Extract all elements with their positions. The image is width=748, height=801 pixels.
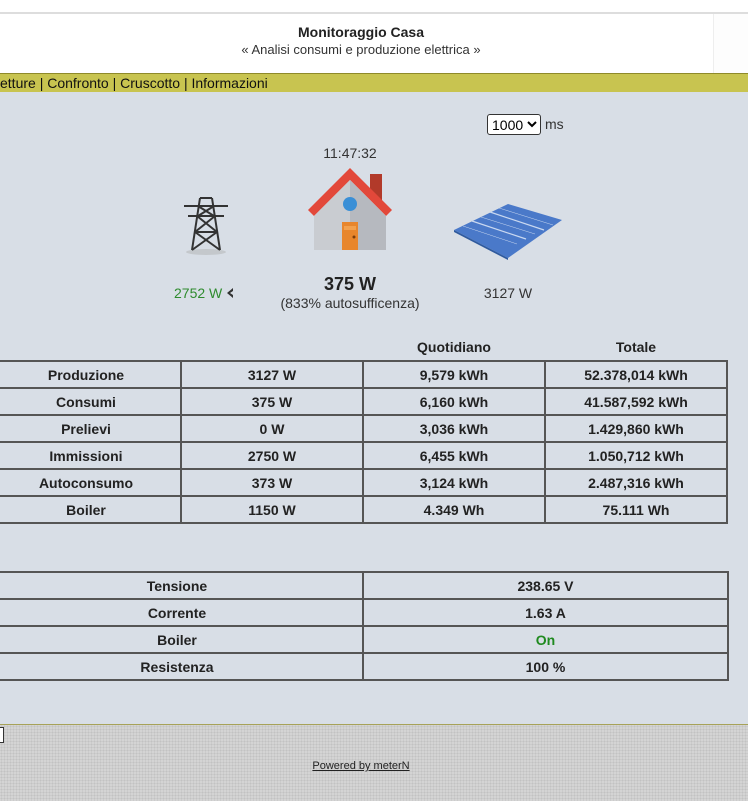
table-row: Prelievi 0 W 3,036 kWh 1.429,860 kWh [0,414,728,443]
table-row: Boiler On [0,625,729,654]
instant-value: 0 W [180,414,364,443]
total-value: 75.111 Wh [544,495,728,524]
page-title: Monitoraggio Casa [297,24,424,40]
row-label: Produzione [0,360,182,389]
refresh-interval-select[interactable]: 1000 [487,114,541,135]
status-label: Corrente [0,598,364,627]
energy-table: Quotidiano Totale Produzione 3127 W 9,57… [0,334,728,524]
instant-value: 3127 W [180,360,364,389]
table-header-quotidiano: Quotidiano [417,339,491,355]
table-row: Immissioni 2750 W 6,455 kWh 1.050,712 kW… [0,441,728,470]
instant-value: 375 W [180,387,364,416]
dashboard-area: 1000 ms 11:47:32 2752 W 375 W (833% auto… [0,92,748,724]
header-edge [713,14,748,74]
table-row: Produzione 3127 W 9,579 kWh 52.378,014 k… [0,360,728,389]
instant-value: 1150 W [180,495,364,524]
solar-panel-icon [450,200,566,267]
daily-value: 9,579 kWh [362,360,546,389]
house-icon [300,162,400,259]
status-table: Tensione 238.65 V Corrente 1.63 A Boiler… [0,571,729,681]
footer-checkbox[interactable] [0,727,4,743]
page-subtitle: « Analisi consumi e produzione elettrica… [241,42,481,57]
row-label: Autoconsumo [0,468,182,497]
page-header: Monitoraggio Casa « Analisi consumi e pr… [0,14,748,74]
status-label: Boiler [0,625,364,654]
page-footer: Powered by meterN [0,724,748,801]
status-value: 100 % [362,652,729,681]
power-tower-icon [178,194,234,261]
row-label: Immissioni [0,441,182,470]
table-row: Consumi 375 W 6,160 kWh 41.587,592 kWh [0,387,728,416]
total-value: 1.050,712 kWh [544,441,728,470]
table-row: Corrente 1.63 A [0,598,729,627]
total-value: 52.378,014 kWh [544,360,728,389]
instant-value: 2750 W [180,441,364,470]
table-header-totale: Totale [615,339,657,355]
table-header-cell [0,334,181,361]
table-header-row: Quotidiano Totale [0,334,727,361]
row-label: Boiler [0,495,182,524]
arrow-left-icon [226,285,234,301]
house-power-value: 375 W [323,274,377,294]
status-value: 238.65 V [362,571,729,600]
status-label: Tensione [0,571,364,600]
solar-power-value: 3127 W [483,285,533,301]
menu-item-informazioni[interactable]: Informazioni [191,75,267,91]
menu-item-letture[interactable]: etture [0,75,36,91]
autosufficiency-text: (833% autosufficenza) [280,295,420,311]
current-time: 11:47:32 [323,145,377,161]
nav-menu: etture | Confronto | Cruscotto | Informa… [0,73,748,93]
refresh-unit: ms [545,116,564,132]
menu-item-confronto[interactable]: Confronto [47,75,108,91]
status-label: Resistenza [0,652,364,681]
menu-separator: | [35,75,48,91]
total-value: 2.487,316 kWh [544,468,728,497]
menu-separator: | [108,75,121,91]
table-row: Resistenza 100 % [0,652,729,681]
instant-value: 373 W [180,468,364,497]
total-value: 1.429,860 kWh [544,414,728,443]
grid-power-readout: 2752 W [174,285,234,301]
menu-separator: | [180,75,192,91]
refresh-control: 1000 ms [487,114,564,135]
powered-by-link[interactable]: Powered by meterN [0,760,722,772]
grid-power-value: 2752 W [174,285,223,301]
daily-value: 4.349 Wh [362,495,546,524]
table-row: Tensione 238.65 V [0,571,729,600]
row-label: Prelievi [0,414,182,443]
status-value: 1.63 A [362,598,729,627]
total-value: 41.587,592 kWh [544,387,728,416]
table-header-cell [181,334,363,361]
row-label: Consumi [0,387,182,416]
daily-value: 3,036 kWh [362,414,546,443]
menu-item-cruscotto[interactable]: Cruscotto [120,75,180,91]
daily-value: 6,455 kWh [362,441,546,470]
daily-value: 6,160 kWh [362,387,546,416]
boiler-status-value: On [362,625,729,654]
daily-value: 3,124 kWh [362,468,546,497]
top-strip [0,0,748,14]
table-row: Autoconsumo 373 W 3,124 kWh 2.487,316 kW… [0,468,728,497]
table-row: Boiler 1150 W 4.349 Wh 75.111 Wh [0,495,728,524]
